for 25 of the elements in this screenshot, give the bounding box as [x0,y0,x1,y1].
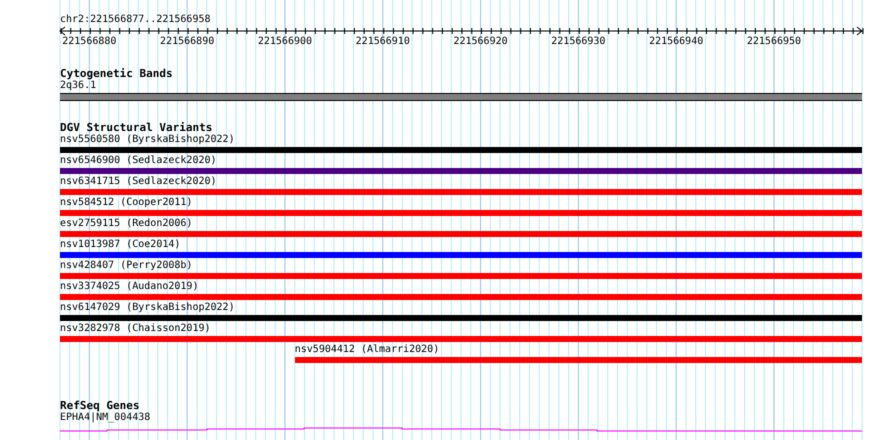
feature-label: nsv5904412 (Almarri2020) [294,344,440,356]
feature-label: nsv6147029 (ByrskaBishop2022) [60,302,235,314]
feature-label: EPHA4|NM_004438 [60,412,150,424]
ruler-label: 221566920 [453,36,508,47]
track-title: RefSeq Genes [60,400,140,412]
track-title: DGV Structural Variants [60,122,212,134]
feature-label: nsv1013987 (Coe2014) [60,239,180,251]
feature-label: nsv428407 (Perry2008b) [60,260,192,272]
feature-label: nsv3374025 (Audano2019) [60,281,198,293]
region-label: chr2:221566877..221566958 [60,14,211,26]
feature-label: 2q36.1 [60,80,96,92]
ruler-label: 221566910 [356,36,410,47]
ruler-label: 221566930 [551,36,606,47]
feature-label: nsv3282978 (Chaisson2019) [60,323,211,335]
ruler-label: 221566890 [160,36,214,47]
feature-label: nsv6546900 (Sedlazeck2020) [60,155,217,167]
feature-label: nsv6341715 (Sedlazeck2020) [60,176,217,188]
feature-label: nsv5560580 (ByrskaBishop2022) [60,134,235,146]
track-title: Cytogenetic Bands [60,68,173,80]
feature-label: nsv584512 (Cooper2011) [60,197,192,209]
ruler-label: 221566880 [62,36,116,47]
feature-label: esv2759115 (Redon2006) [60,218,192,230]
ruler-label: 221566900 [258,36,312,47]
ruler-label: 221566940 [649,36,704,47]
ruler-label: 221566950 [746,36,802,47]
